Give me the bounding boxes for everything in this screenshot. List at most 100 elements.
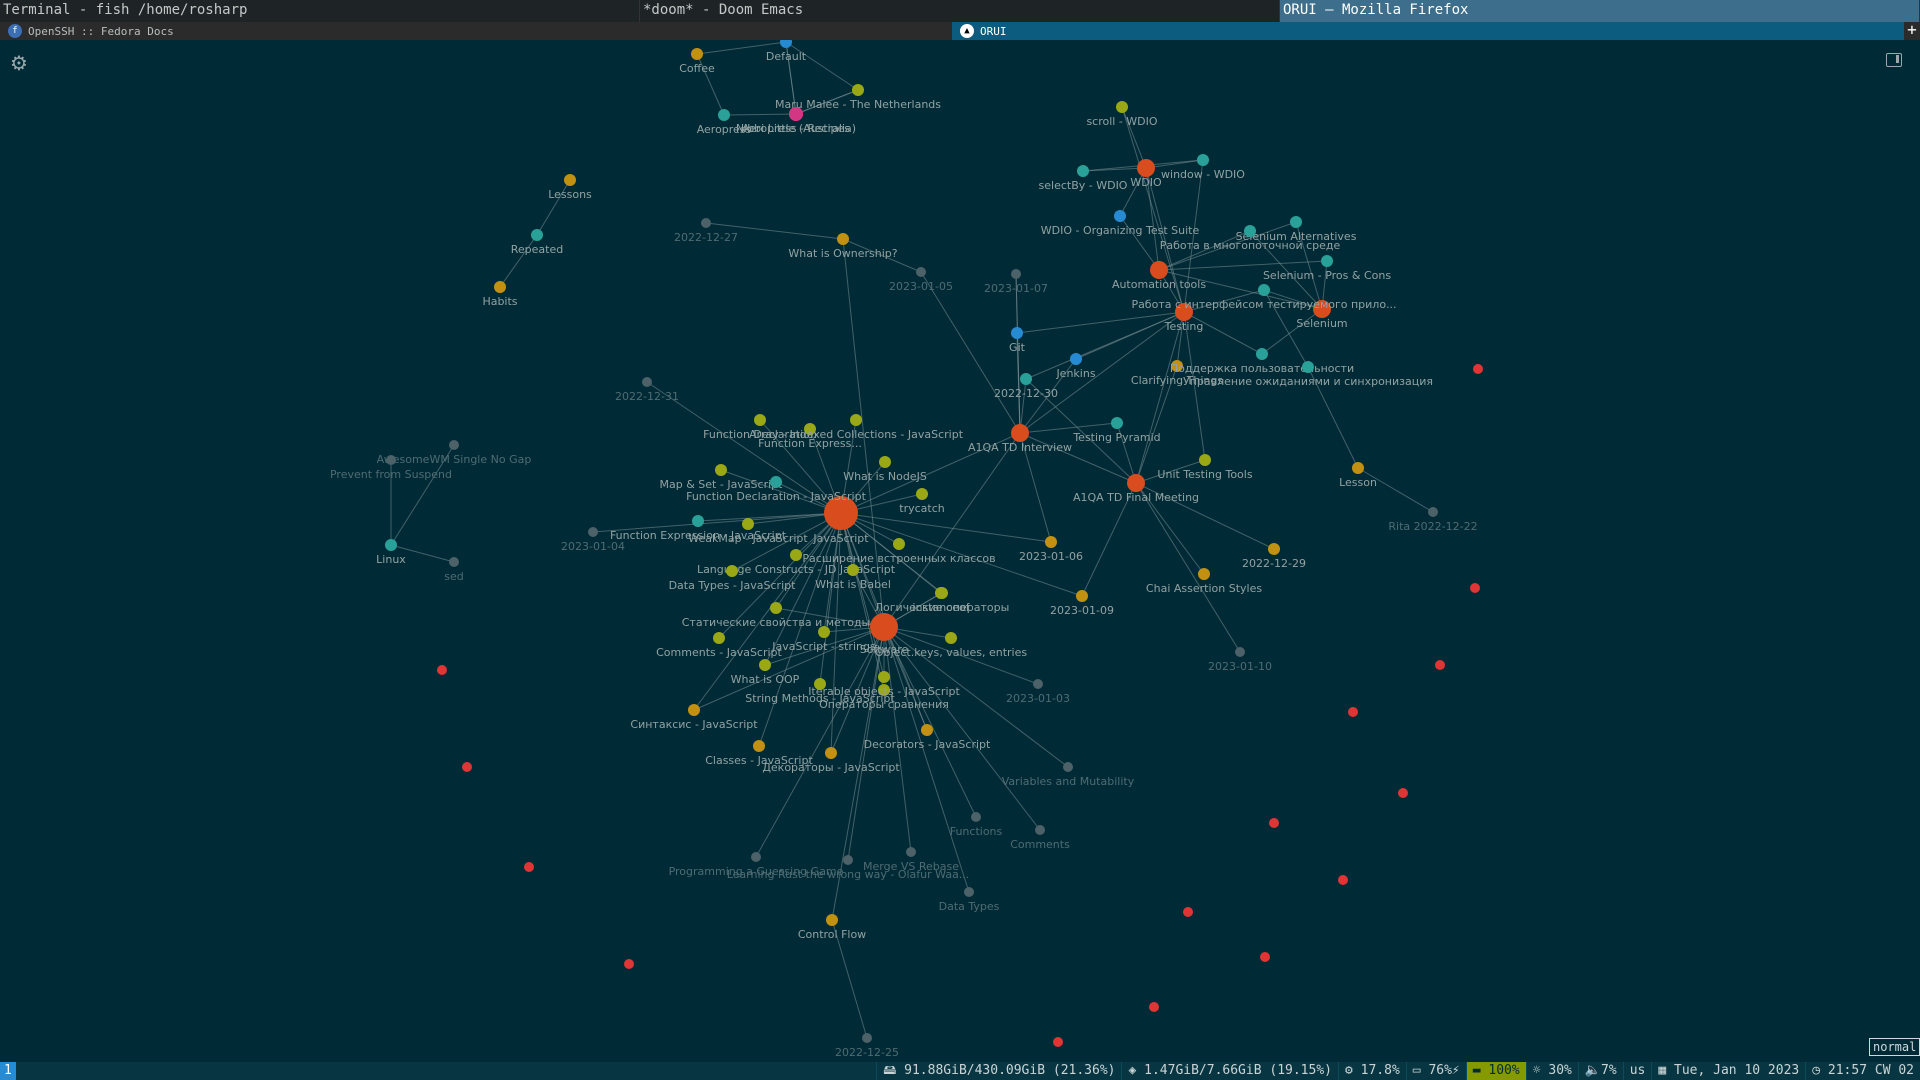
graph-orphan-node[interactable]	[1473, 364, 1483, 374]
graph-node-dot[interactable]	[850, 414, 862, 426]
graph-node-dot[interactable]	[531, 229, 543, 241]
graph-node-git[interactable]: Git	[1009, 327, 1026, 354]
graph-node-rita[interactable]: Rita 2022-12-22	[1388, 507, 1478, 533]
workspace-indicator[interactable]: 1	[0, 1062, 16, 1080]
graph-node-dot[interactable]	[1352, 462, 1364, 474]
window-title-firefox[interactable]: ORUI — Mozilla Firefox	[1280, 0, 1920, 22]
graph-node-dot[interactable]	[916, 267, 926, 277]
graph-node-dot[interactable]	[852, 84, 864, 96]
graph-node-dot[interactable]	[564, 174, 576, 186]
graph-node-selpros[interactable]: Selenium - Pros & Cons	[1263, 255, 1391, 282]
graph-node-dot[interactable]	[843, 855, 853, 865]
graph-node-dot[interactable]	[916, 488, 928, 500]
graph-node-linux[interactable]: Linux	[376, 539, 406, 566]
graph-node-dot[interactable]	[906, 847, 916, 857]
graph-node-dot[interactable]	[862, 1033, 872, 1043]
graph-node-awesomewm[interactable]: AwesomeWM Single No Gap	[377, 440, 532, 466]
graph-node-dot[interactable]	[921, 724, 933, 736]
graph-node-d1231[interactable]: 2022-12-31	[615, 377, 679, 403]
graph-node-dot[interactable]	[1063, 762, 1073, 772]
graph-orphan-node[interactable]	[1260, 952, 1270, 962]
graph-node-dot[interactable]	[1116, 101, 1128, 113]
graph-node-weakmap[interactable]: WeakMap - JavaScript	[688, 518, 808, 545]
graph-node-dot[interactable]	[1077, 165, 1089, 177]
graph-orphan-node[interactable]	[524, 862, 534, 872]
graph-node-support[interactable]: Поддержка пользовательности	[1170, 348, 1354, 375]
tab-fedora-docs[interactable]: f OpenSSH :: Fedora Docs	[0, 22, 952, 40]
graph-node-maru[interactable]: Maru Malee - The Netherlands	[775, 84, 941, 111]
graph-node-jenkins[interactable]: Jenkins	[1055, 353, 1096, 380]
graph-node-dot[interactable]	[1258, 284, 1270, 296]
graph-node-dot[interactable]	[713, 632, 725, 644]
graph-node-repeated[interactable]: Repeated	[511, 229, 563, 256]
graph-node-dot[interactable]	[878, 671, 890, 683]
graph-node-habits[interactable]: Habits	[482, 281, 518, 308]
graph-node-objkeys[interactable]: Object.keys, values, entries	[875, 632, 1027, 659]
graph-node-trycatch[interactable]: trycatch	[899, 488, 945, 515]
graph-node-dot[interactable]	[1256, 348, 1268, 360]
graph-node-dot[interactable]	[1076, 590, 1088, 602]
graph-node-dot[interactable]	[726, 565, 738, 577]
window-title-emacs[interactable]: *doom* - Doom Emacs	[640, 0, 1280, 22]
graph-node-static[interactable]: Статические свойства и методы	[682, 602, 870, 629]
graph-node-aerorecipes[interactable]: Aeropress - Recipes	[742, 107, 850, 135]
graph-node-dot[interactable]	[971, 812, 981, 822]
graph-node-sed[interactable]: sed	[444, 557, 464, 583]
graph-node-dot[interactable]	[1011, 424, 1029, 442]
graph-node-dot[interactable]	[1198, 568, 1210, 580]
graph-orphan-node[interactable]	[437, 665, 447, 675]
graph-orphan-node[interactable]	[1435, 660, 1445, 670]
graph-node-dot[interactable]	[691, 48, 703, 60]
graph-node-dot[interactable]	[754, 414, 766, 426]
graph-node-dot[interactable]	[1235, 647, 1245, 657]
graph-node-scroll[interactable]: scroll - WDIO	[1086, 101, 1158, 128]
knowledge-graph[interactable]: Default Coffee Maru Malee - The Netherland…	[0, 40, 1920, 1062]
graph-node-dot[interactable]	[847, 564, 859, 576]
graph-orphan-node[interactable]	[1053, 1037, 1063, 1047]
graph-node-dot[interactable]	[449, 440, 459, 450]
graph-node-dot[interactable]	[1045, 536, 1057, 548]
graph-node-dot[interactable]	[1070, 353, 1082, 365]
graph-node-dot[interactable]	[588, 527, 598, 537]
graph-node-chai[interactable]: Chai Assertion Styles	[1146, 568, 1262, 595]
graph-node-window[interactable]: window - WDIO	[1161, 154, 1245, 181]
new-tab-button[interactable]: +	[1904, 22, 1920, 40]
graph-node-dot[interactable]	[1302, 361, 1314, 373]
graph-orphan-node[interactable]	[1470, 583, 1480, 593]
graph-node-dot[interactable]	[825, 747, 837, 759]
graph-node-dot[interactable]	[1035, 825, 1045, 835]
graph-node-dot[interactable]	[935, 587, 947, 599]
graph-node-dot[interactable]	[1268, 543, 1280, 555]
graph-node-dot[interactable]	[1011, 327, 1023, 339]
graph-node-comments[interactable]: Comments	[1010, 825, 1070, 851]
graph-orphan-node[interactable]	[462, 762, 472, 772]
graph-node-comments_js[interactable]: Comments - JavaScript	[656, 632, 783, 659]
graph-node-d1225[interactable]: 2022-12-25	[835, 1033, 899, 1059]
graph-orphan-node[interactable]	[624, 959, 634, 969]
graph-node-varsmut[interactable]: Variables and Mutability	[1002, 762, 1135, 788]
graph-orphan-node[interactable]	[1348, 707, 1358, 717]
graph-node-dot[interactable]	[701, 218, 711, 228]
graph-node-dot[interactable]	[893, 538, 905, 550]
graph-node-autotools[interactable]: Automation tools	[1112, 261, 1206, 291]
graph-node-organizing[interactable]: WDIO - Organizing Test Suite	[1041, 210, 1200, 237]
graph-node-iterables[interactable]: Iterable objects - JavaScript	[808, 671, 960, 698]
graph-node-dot[interactable]	[753, 740, 765, 752]
graph-node-dot[interactable]	[770, 602, 782, 614]
graph-node-mapset[interactable]: Map & Set - JavaScript	[660, 464, 784, 491]
graph-node-dot[interactable]	[870, 613, 898, 641]
graph-node-dot[interactable]	[1428, 507, 1438, 517]
graph-node-dot[interactable]	[1321, 255, 1333, 267]
graph-node-dot[interactable]	[1244, 225, 1256, 237]
graph-node-wdio[interactable]: WDIO	[1130, 159, 1162, 189]
graph-node-dot[interactable]	[1033, 679, 1043, 689]
tab-orui[interactable]: ▲ ORUI	[952, 22, 1904, 40]
graph-node-dot[interactable]	[770, 476, 782, 488]
graph-node-dot[interactable]	[1290, 216, 1302, 228]
graph-node-unittools[interactable]: Unit Testing Tools	[1157, 454, 1253, 481]
graph-node-dot[interactable]	[688, 704, 700, 716]
graph-node-dot[interactable]	[1114, 210, 1126, 222]
graph-node-dot[interactable]	[790, 549, 802, 561]
graph-node-dot[interactable]	[837, 233, 849, 245]
graph-node-testpyramid[interactable]: Testing Pyramid	[1072, 417, 1161, 444]
